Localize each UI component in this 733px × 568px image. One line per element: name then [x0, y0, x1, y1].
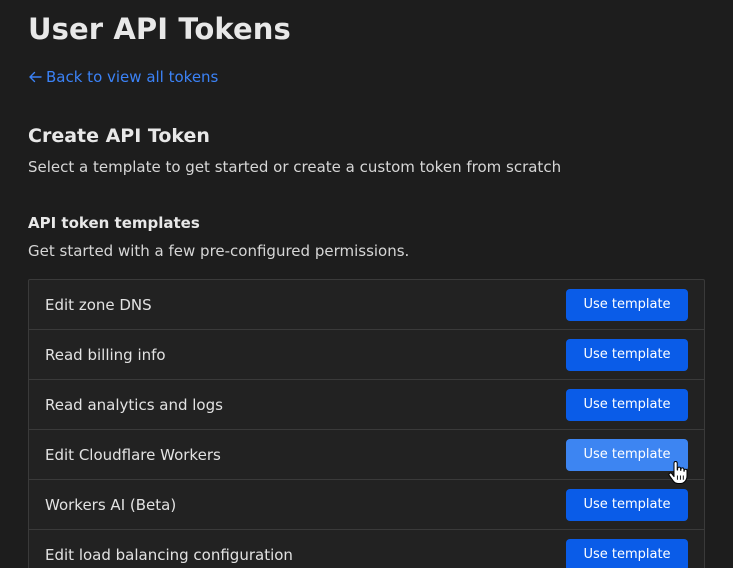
- back-link-label: Back to view all tokens: [46, 68, 219, 86]
- templates-description: Get started with a few pre-configured pe…: [28, 242, 410, 260]
- template-name: Edit zone DNS: [45, 295, 152, 314]
- page-title: User API Tokens: [28, 12, 291, 46]
- template-row-workers-ai-beta: Workers AI (Beta) Use template: [29, 480, 704, 530]
- back-to-tokens-link[interactable]: Back to view all tokens: [28, 68, 218, 86]
- templates-heading: API token templates: [28, 214, 200, 232]
- template-name: Edit Cloudflare Workers: [45, 445, 221, 464]
- create-token-description: Select a template to get started or crea…: [28, 158, 562, 176]
- template-row-read-billing-info: Read billing info Use template: [29, 330, 704, 380]
- template-name: Edit load balancing configuration: [45, 545, 293, 564]
- arrow-left-icon: [29, 71, 42, 83]
- create-token-title: Create API Token: [28, 125, 210, 147]
- template-name: Read analytics and logs: [45, 395, 223, 414]
- use-template-button[interactable]: Use template: [566, 438, 688, 471]
- template-row-edit-zone-dns: Edit zone DNS Use template: [29, 280, 704, 330]
- template-name: Read billing info: [45, 345, 166, 364]
- template-row-edit-load-balancing: Edit load balancing configuration Use te…: [29, 530, 704, 568]
- template-row-read-analytics-and-logs: Read analytics and logs Use template: [29, 380, 704, 430]
- use-template-button[interactable]: Use template: [566, 288, 688, 321]
- use-template-button[interactable]: Use template: [566, 338, 688, 371]
- template-name: Workers AI (Beta): [45, 495, 177, 514]
- template-row-edit-cloudflare-workers: Edit Cloudflare Workers Use template: [29, 430, 704, 480]
- api-tokens-page: User API Tokens Back to view all tokens …: [0, 0, 733, 568]
- use-template-button[interactable]: Use template: [566, 538, 688, 568]
- template-list: Edit zone DNS Use template Read billing …: [28, 279, 705, 568]
- use-template-button[interactable]: Use template: [566, 488, 688, 521]
- use-template-button[interactable]: Use template: [566, 388, 688, 421]
